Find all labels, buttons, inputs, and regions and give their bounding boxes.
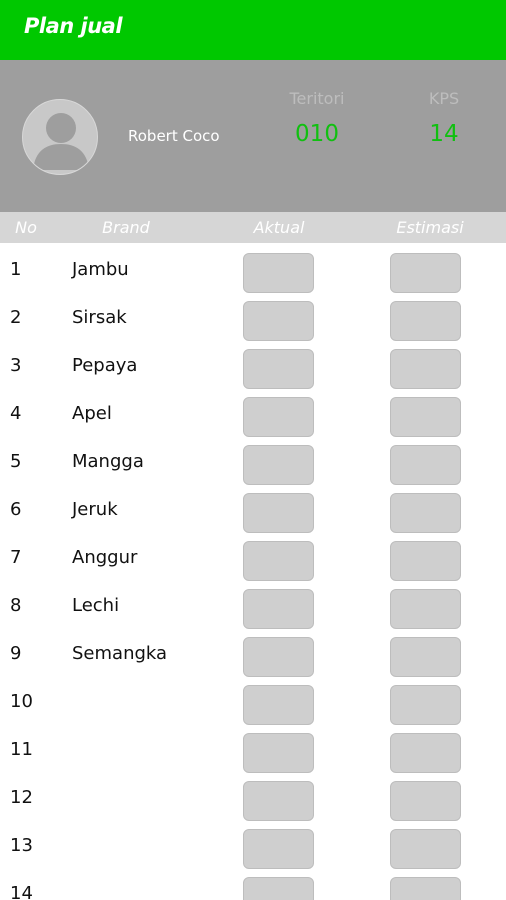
aktual-input[interactable] — [243, 253, 314, 293]
table-row: 9 Semangka — [0, 627, 506, 677]
aktual-input[interactable] — [243, 493, 314, 533]
row-brand: Anggur — [72, 547, 138, 568]
estimasi-input[interactable] — [390, 589, 461, 629]
estimasi-input[interactable] — [390, 541, 461, 581]
estimasi-input[interactable] — [390, 445, 461, 485]
table-row: 5 Mangga — [0, 435, 506, 485]
row-brand: Pepaya — [72, 355, 138, 376]
app-bar: Plan jual — [0, 0, 506, 60]
estimasi-input[interactable] — [390, 781, 461, 821]
teritori-value: 010 — [295, 121, 339, 147]
table-row: 6 Jeruk — [0, 483, 506, 533]
table-row: 4 Apel — [0, 387, 506, 437]
table-row: 7 Anggur — [0, 531, 506, 581]
table-row: 1 Jambu — [0, 243, 506, 293]
aktual-input[interactable] — [243, 445, 314, 485]
kps-label: KPS — [428, 89, 460, 108]
estimasi-input[interactable] — [390, 637, 461, 677]
table-row: 14 — [0, 867, 506, 900]
aktual-input[interactable] — [243, 733, 314, 773]
row-number: 13 — [10, 835, 33, 856]
row-brand: Lechi — [72, 595, 120, 616]
column-header-aktual: Aktual — [253, 218, 305, 237]
row-number: 5 — [10, 451, 22, 472]
aktual-input[interactable] — [243, 829, 314, 869]
table-row: 2 Sirsak — [0, 291, 506, 341]
aktual-input[interactable] — [243, 589, 314, 629]
table-row: 13 — [0, 819, 506, 869]
estimasi-input[interactable] — [390, 829, 461, 869]
aktual-input[interactable] — [243, 781, 314, 821]
row-number: 8 — [10, 595, 22, 616]
kps-value: 14 — [429, 121, 459, 147]
row-brand: Sirsak — [72, 307, 127, 328]
table-row: 11 — [0, 723, 506, 773]
column-header-no: No — [15, 218, 37, 237]
aktual-input[interactable] — [243, 349, 314, 389]
table-row: 12 — [0, 771, 506, 821]
estimasi-input[interactable] — [390, 397, 461, 437]
row-number: 14 — [10, 883, 33, 900]
aktual-input[interactable] — [243, 637, 314, 677]
row-brand: Jambu — [72, 259, 129, 280]
row-number: 10 — [10, 691, 33, 712]
row-number: 7 — [10, 547, 22, 568]
row-number: 6 — [10, 499, 22, 520]
estimasi-input[interactable] — [390, 733, 461, 773]
row-number: 2 — [10, 307, 22, 328]
aktual-input[interactable] — [243, 397, 314, 437]
table-row: 3 Pepaya — [0, 339, 506, 389]
avatar[interactable] — [22, 99, 98, 175]
column-header-estimasi: Estimasi — [396, 218, 464, 237]
estimasi-input[interactable] — [390, 685, 461, 725]
row-brand: Apel — [72, 403, 112, 424]
table-row: 8 Lechi — [0, 579, 506, 629]
estimasi-input[interactable] — [390, 301, 461, 341]
table-body: 1 Jambu 2 Sirsak 3 Pepaya 4 Apel 5 Mangg… — [0, 243, 506, 900]
profile-panel: Robert Coco Teritori 010 KPS 14 — [0, 60, 506, 212]
aktual-input[interactable] — [243, 877, 314, 900]
user-icon — [33, 113, 89, 170]
column-header-brand: Brand — [102, 218, 150, 237]
app-title: Plan jual — [24, 14, 123, 38]
table-row: 10 — [0, 675, 506, 725]
teritori-label: Teritori — [289, 89, 345, 108]
estimasi-input[interactable] — [390, 349, 461, 389]
estimasi-input[interactable] — [390, 877, 461, 900]
row-number: 9 — [10, 643, 22, 664]
row-brand: Mangga — [72, 451, 144, 472]
row-brand: Jeruk — [72, 499, 118, 520]
estimasi-input[interactable] — [390, 493, 461, 533]
row-number: 11 — [10, 739, 33, 760]
aktual-input[interactable] — [243, 541, 314, 581]
table-header: No Brand Aktual Estimasi — [0, 212, 506, 243]
estimasi-input[interactable] — [390, 253, 461, 293]
aktual-input[interactable] — [243, 685, 314, 725]
row-number: 4 — [10, 403, 22, 424]
user-name: Robert Coco — [128, 127, 220, 145]
row-number: 1 — [10, 259, 22, 280]
row-number: 3 — [10, 355, 22, 376]
aktual-input[interactable] — [243, 301, 314, 341]
row-brand: Semangka — [72, 643, 168, 664]
row-number: 12 — [10, 787, 33, 808]
